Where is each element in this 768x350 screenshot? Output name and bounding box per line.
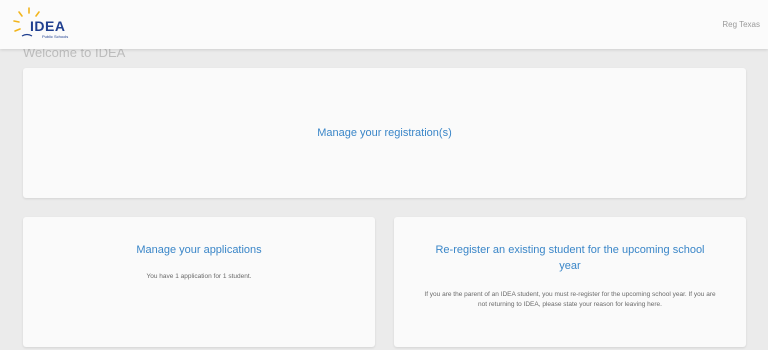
manage-applications-title[interactable]: Manage your applications bbox=[23, 242, 375, 258]
reregister-card[interactable]: Re-register an existing student for the … bbox=[394, 217, 746, 347]
top-bar: IDEA Public Schools Reg Texas bbox=[0, 0, 768, 49]
region-link[interactable]: Reg Texas bbox=[722, 20, 760, 29]
logo-subtitle: Public Schools bbox=[42, 34, 69, 39]
reregister-title[interactable]: Re-register an existing student for the … bbox=[394, 242, 746, 274]
logo-wordmark: IDEA bbox=[30, 18, 66, 34]
manage-registrations-card[interactable]: Manage your registration(s) bbox=[23, 68, 746, 198]
applications-count-text: You have 1 application for 1 student. bbox=[146, 273, 252, 280]
idea-logo[interactable]: IDEA Public Schools bbox=[12, 6, 82, 44]
manage-registrations-title[interactable]: Manage your registration(s) bbox=[23, 125, 746, 141]
manage-applications-card[interactable]: Manage your applications You have 1 appl… bbox=[23, 217, 375, 347]
reregister-description: If you are the parent of an IDEA student… bbox=[424, 291, 716, 308]
